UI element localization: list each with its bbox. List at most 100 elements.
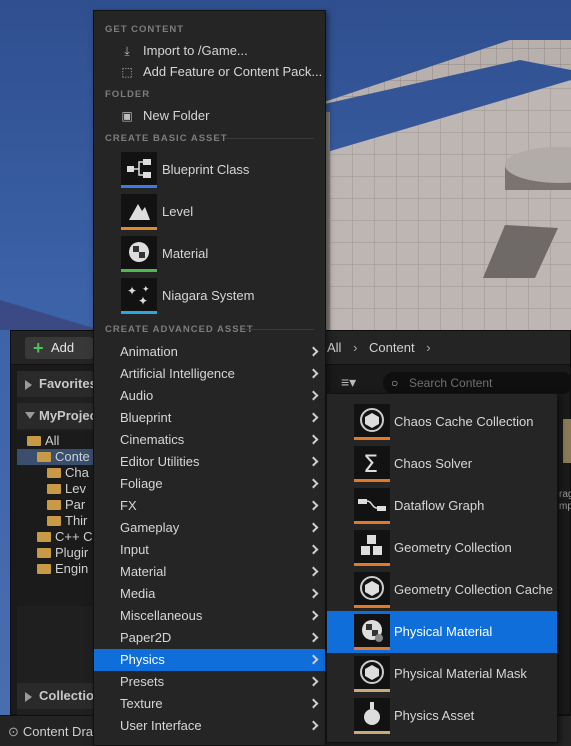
svg-text:✦: ✦ — [127, 284, 137, 298]
chevron-right-icon — [308, 698, 319, 709]
submenu-item-physical-material[interactable]: Physical Material — [327, 611, 557, 653]
menu-item-foliage[interactable]: Foliage — [94, 473, 325, 495]
add-button-label: Add — [51, 340, 75, 355]
physical-material-mask-icon — [354, 656, 390, 692]
menu-item-label: Level — [162, 204, 194, 219]
favorites-label: Favorites — [39, 376, 97, 391]
menu-item-level[interactable]: Level — [94, 191, 325, 233]
chevron-right-icon — [308, 720, 319, 731]
tree-item[interactable]: Plugir — [37, 545, 88, 561]
tree-item-label: Thir — [65, 513, 88, 528]
tree-item[interactable]: Par — [47, 497, 85, 513]
submenu-item-label: Dataflow Graph — [394, 498, 485, 513]
menu-item-artificial-intelligence[interactable]: Artificial Intelligence — [94, 363, 325, 385]
menu-item-material[interactable]: Material — [94, 233, 325, 275]
add-button[interactable]: + Add — [25, 337, 93, 359]
section-divider — [244, 329, 314, 330]
chevron-right-icon — [308, 456, 319, 467]
chevron-right-icon — [308, 412, 319, 423]
chevron-right-icon — [308, 566, 319, 577]
menu-item-niagara-system[interactable]: ✦ ✦ ✦ Niagara System — [94, 275, 325, 317]
tree-item-label: Par — [65, 497, 86, 512]
folder-icon — [37, 564, 51, 574]
menu-item-audio[interactable]: Audio — [94, 385, 325, 407]
tree-item[interactable]: All — [27, 433, 59, 449]
new-folder-icon: ▣ — [121, 109, 133, 123]
level-icon — [121, 194, 157, 230]
filter-icon[interactable]: ≡▾ — [341, 374, 356, 391]
svg-text:✦: ✦ — [138, 294, 148, 308]
menu-item-input[interactable]: Input — [94, 539, 325, 561]
chevron-right-icon — [308, 632, 319, 643]
tree-item[interactable]: C++ C — [37, 529, 93, 545]
project-label: MyProjec — [39, 408, 97, 423]
chevron-right-icon — [308, 346, 319, 357]
chevron-right-icon — [308, 588, 319, 599]
menu-item-editor-utilities[interactable]: Editor Utilities — [94, 451, 325, 473]
menu-item-paper2d[interactable]: Paper2D — [94, 627, 325, 649]
folder-icon — [37, 548, 51, 558]
menu-item-cinematics[interactable]: Cinematics — [94, 429, 325, 451]
tree-item[interactable]: Engin — [37, 561, 88, 577]
content-drawer-button[interactable]: ⊙ Content Dra — [8, 722, 93, 742]
chevron-right-icon — [308, 522, 319, 533]
asset-tile[interactable] — [563, 419, 571, 463]
menu-item-fx[interactable]: FX — [94, 495, 325, 517]
dataflow-graph-icon — [354, 488, 390, 524]
breadcrumb-item[interactable]: Content — [369, 340, 415, 355]
tree-item[interactable]: Cha — [47, 465, 89, 481]
submenu-item-chaos-cache-collection[interactable]: Chaos Cache Collection — [327, 401, 557, 443]
menu-item-blueprint-class[interactable]: Blueprint Class — [94, 149, 325, 191]
chevron-right-icon — [308, 544, 319, 555]
tree-item-label: Cha — [65, 465, 89, 480]
folder-icon — [47, 500, 61, 510]
submenu-item-chaos-solver[interactable]: Σ Chaos Solver — [327, 443, 557, 485]
tree-item[interactable]: Thir — [47, 513, 87, 529]
menu-item-label: New Folder — [143, 108, 210, 123]
menu-item-label: Paper2D — [120, 630, 172, 645]
breadcrumb-item[interactable]: All — [327, 340, 341, 355]
content-drawer-label: Content Dra — [22, 724, 93, 739]
menu-item-media[interactable]: Media — [94, 583, 325, 605]
menu-item-user-interface[interactable]: User Interface — [94, 715, 325, 737]
menu-item-miscellaneous[interactable]: Miscellaneous — [94, 605, 325, 627]
menu-item-blueprint[interactable]: Blueprint — [94, 407, 325, 429]
menu-item-label: Import to /Game... — [143, 43, 248, 58]
chevron-right-icon — [308, 654, 319, 665]
folder-icon — [47, 468, 61, 478]
menu-item-animation[interactable]: Animation — [94, 341, 325, 363]
menu-item-presets[interactable]: Presets — [94, 671, 325, 693]
submenu-item-physical-material-mask[interactable]: Physical Material Mask — [327, 653, 557, 695]
menu-item-label: FX — [120, 498, 137, 513]
tree-item[interactable]: Lev — [47, 481, 86, 497]
menu-item-texture[interactable]: Texture — [94, 693, 325, 715]
chevron-right-icon: › — [353, 340, 358, 355]
tree-item-selected[interactable]: Conte — [17, 449, 101, 465]
menu-item-new-folder[interactable]: ▣ New Folder — [94, 105, 325, 127]
chevron-right-icon — [308, 434, 319, 445]
search-icon: ○ — [391, 376, 399, 390]
menu-item-label: Blueprint Class — [162, 162, 250, 177]
submenu-item-geometry-collection-cache[interactable]: Geometry Collection Cache — [327, 569, 557, 611]
menu-item-label: Input — [120, 542, 149, 557]
submenu-item-geometry-collection[interactable]: Geometry Collection — [327, 527, 557, 569]
menu-item-label: Texture — [120, 696, 163, 711]
menu-item-add-feature[interactable]: ⬚ Add Feature or Content Pack... — [94, 61, 325, 83]
geometry-collection-cache-icon — [354, 572, 390, 608]
menu-item-label: Physics — [120, 652, 165, 667]
menu-item-material-category[interactable]: Material — [94, 561, 325, 583]
tree-item-label: Engin — [55, 561, 89, 576]
search-input[interactable]: ○ Search Content — [383, 372, 571, 394]
submenu-item-label: Physical Material — [394, 624, 493, 639]
submenu-item-dataflow-graph[interactable]: Dataflow Graph — [327, 485, 557, 527]
folder-icon — [27, 436, 41, 446]
menu-item-label: Media — [120, 586, 156, 601]
menu-item-physics[interactable]: Physics — [94, 649, 325, 671]
niagara-system-icon: ✦ ✦ ✦ — [121, 278, 157, 314]
tree-item-label: All — [45, 433, 60, 448]
menu-item-import[interactable]: ⤓ Import to /Game... — [94, 40, 325, 62]
menu-item-gameplay[interactable]: Gameplay — [94, 517, 325, 539]
submenu-item-physics-asset[interactable]: Physics Asset — [327, 695, 557, 737]
menu-item-label: Gameplay — [120, 520, 180, 535]
menu-item-label: Editor Utilities — [120, 454, 200, 469]
